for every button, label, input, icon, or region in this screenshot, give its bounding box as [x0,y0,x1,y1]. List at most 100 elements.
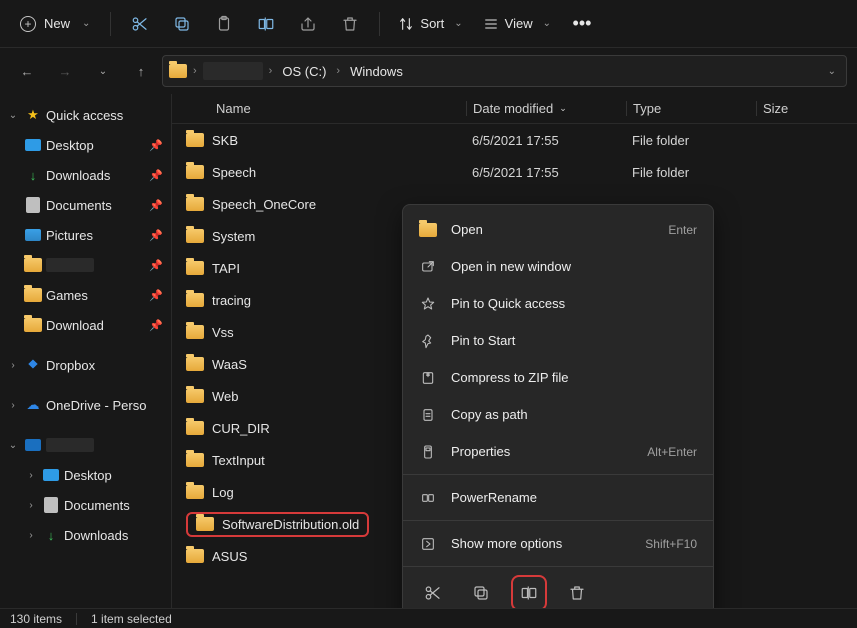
sidebar-item-download[interactable]: Download📌 [0,310,171,340]
download-icon: ↓ [24,168,42,183]
folder-icon [186,453,204,467]
breadcrumb-seg-folder[interactable]: Windows [346,62,407,81]
navigation-pane: ⌄★Quick access Desktop📌 ↓Downloads📌 Docu… [0,94,172,608]
address-bar[interactable]: › › OS (C:) › Windows ⌄ [162,55,847,87]
context-menu: OpenEnter Open in new window Pin to Quic… [402,204,714,622]
col-name[interactable]: Name [186,101,466,116]
view-label: View [505,16,533,31]
sidebar-item-documents[interactable]: Documents📌 [0,190,171,220]
recent-dropdown[interactable]: ⌄ [86,54,120,88]
folder-icon [186,485,204,499]
status-item-count: 130 items [10,612,62,626]
document-icon [44,497,58,513]
folder-icon [186,197,204,211]
ctx-rename-button[interactable] [515,579,543,607]
chevron-right-icon: › [334,65,342,77]
col-date[interactable]: Date modified⌄ [466,101,626,116]
folder-icon [186,293,204,307]
sidebar-onedrive[interactable]: ›☁OneDrive - Perso [0,390,171,420]
sidebar-item-desktop[interactable]: Desktop📌 [0,130,171,160]
chevron-right-icon: › [191,65,199,77]
more-button[interactable]: ••• [563,6,601,42]
table-row[interactable]: Speech6/5/2021 17:55File folder [172,156,857,188]
separator [379,12,380,36]
chevron-down-icon: ⌄ [82,18,90,29]
power-rename-icon [419,490,437,506]
desktop-icon [43,469,59,481]
folder-icon [169,64,187,78]
breadcrumb-seg-hidden[interactable] [203,62,263,80]
up-button[interactable]: ↑ [124,54,158,88]
ctx-pin-quick[interactable]: Pin to Quick access [403,285,713,322]
folder-icon [186,549,204,563]
table-row[interactable]: SKB6/5/2021 17:55File folder [172,124,857,156]
rename-button[interactable] [247,6,285,42]
ctx-copy-button[interactable] [467,579,495,607]
sidebar-quick-access[interactable]: ⌄★Quick access [0,100,171,130]
sidebar-item-games[interactable]: Games📌 [0,280,171,310]
status-selected: 1 item selected [91,612,172,626]
nav-row: ← → ⌄ ↑ › › OS (C:) › Windows ⌄ [0,48,857,94]
pin-icon: 📌 [149,199,163,212]
sidebar-item-pictures[interactable]: Pictures📌 [0,220,171,250]
folder-icon [196,517,214,531]
folder-icon [186,357,204,371]
folder-icon [24,258,42,272]
chevron-down-icon: ⌄ [454,18,462,29]
dropbox-icon: ⯁ [24,357,42,373]
sidebar-pc-downloads[interactable]: ›↓Downloads [0,520,171,550]
separator [403,520,713,521]
ctx-delete-button[interactable] [563,579,591,607]
delete-button[interactable] [331,6,369,42]
pin-icon: 📌 [149,289,163,302]
ctx-cut-button[interactable] [419,579,447,607]
new-button[interactable]: + New ⌄ [10,6,100,42]
folder-icon [186,165,204,179]
sidebar-item-hidden[interactable]: 📌 [0,250,171,280]
folder-icon [24,288,42,302]
sidebar-item-downloads[interactable]: ↓Downloads📌 [0,160,171,190]
monitor-icon [25,439,41,451]
new-label: New [44,16,70,31]
ctx-open-new-window[interactable]: Open in new window [403,248,713,285]
folder-icon [186,261,204,275]
pin-icon: 📌 [149,259,163,272]
view-button[interactable]: View ⌄ [475,6,559,42]
paste-button[interactable] [205,6,243,42]
folder-icon [419,223,437,237]
star-outline-icon [419,296,437,312]
ctx-pin-start[interactable]: Pin to Start [403,322,713,359]
col-type[interactable]: Type [626,101,756,116]
forward-button[interactable]: → [48,54,82,88]
ctx-show-more[interactable]: Show more optionsShift+F10 [403,525,713,562]
zip-icon [419,370,437,386]
cut-button[interactable] [121,6,159,42]
back-button[interactable]: ← [10,54,44,88]
sort-button[interactable]: Sort ⌄ [390,6,470,42]
more-options-icon [419,536,437,552]
pin-icon: 📌 [149,169,163,182]
pin-icon [419,333,437,349]
ctx-power-rename[interactable]: PowerRename [403,479,713,516]
chevron-down-icon[interactable]: ⌄ [828,66,840,77]
ctx-copy-path[interactable]: Copy as path [403,396,713,433]
breadcrumb-seg-drive[interactable]: OS (C:) [278,62,330,81]
status-bar: 130 items 1 item selected [0,608,857,628]
sidebar-pc-documents[interactable]: ›Documents [0,490,171,520]
ctx-properties[interactable]: PropertiesAlt+Enter [403,433,713,470]
folder-icon [186,421,204,435]
pin-icon: 📌 [149,139,163,152]
cloud-icon: ☁ [24,397,42,413]
share-button[interactable] [289,6,327,42]
sidebar-this-pc[interactable]: ⌄ [0,430,171,460]
ctx-open[interactable]: OpenEnter [403,211,713,248]
ctx-compress[interactable]: Compress to ZIP file [403,359,713,396]
col-size[interactable]: Size [756,101,816,116]
sidebar-pc-desktop[interactable]: ›Desktop [0,460,171,490]
sidebar-dropbox[interactable]: ›⯁Dropbox [0,350,171,380]
pin-icon: 📌 [149,229,163,242]
copy-button[interactable] [163,6,201,42]
separator [110,12,111,36]
pin-icon: 📌 [149,319,163,332]
folder-icon [186,325,204,339]
